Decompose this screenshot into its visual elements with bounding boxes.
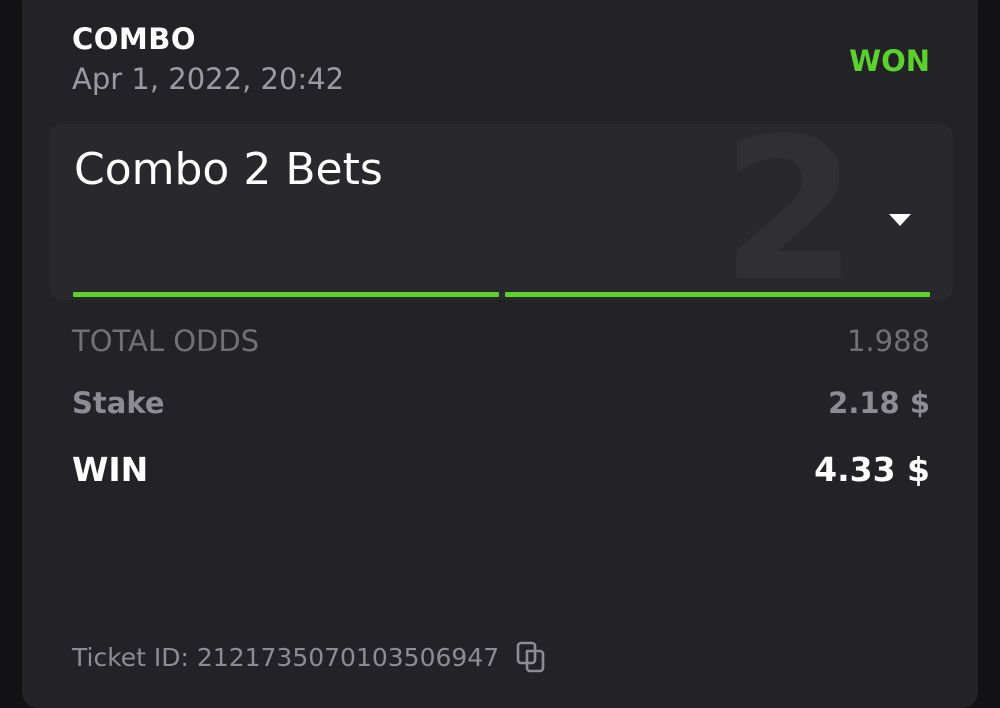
stake-label: Stake	[72, 386, 165, 420]
win-label: WIN	[72, 450, 149, 489]
combo-dropdown[interactable]: 2 Combo 2 Bets	[49, 124, 953, 300]
win-value: 4.33 $	[814, 450, 930, 489]
leg-progress-segment	[73, 292, 499, 297]
status-badge: WON	[849, 44, 930, 78]
bet-date: Apr 1, 2022, 20:42	[72, 62, 345, 96]
caret-down-icon[interactable]	[889, 214, 911, 226]
copy-icon[interactable]	[515, 640, 549, 674]
leg-progress-segment	[504, 292, 930, 297]
bet-type-label: COMBO	[72, 22, 197, 56]
stake-row: Stake 2.18 $	[72, 386, 930, 420]
ticket-id-label: Ticket ID: 2121735070103506947	[72, 642, 500, 672]
ticket-id: Ticket ID: 2121735070103506947	[72, 640, 549, 674]
combo-count-watermark: 2	[721, 124, 858, 300]
win-row: WIN 4.33 $	[72, 450, 930, 489]
stake-value: 2.18 $	[828, 386, 930, 420]
legs-progress	[73, 292, 930, 297]
total-odds-row: TOTAL ODDS 1.988	[72, 324, 930, 358]
total-odds-label: TOTAL ODDS	[72, 324, 260, 358]
combo-title: Combo 2 Bets	[74, 144, 383, 195]
total-odds-value: 1.988	[846, 324, 930, 358]
